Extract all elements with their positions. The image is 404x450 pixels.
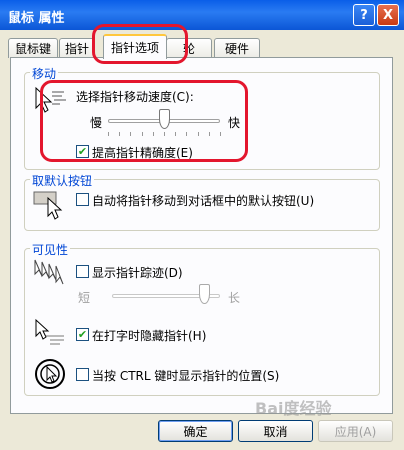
speed-slider-tick xyxy=(164,132,165,136)
tab-wheel[interactable]: 轮 xyxy=(166,38,212,58)
tab-hardware[interactable]: 硬件 xyxy=(214,38,260,58)
speed-slider-tick xyxy=(108,132,109,136)
title-bar: 鼠标 属性 ? X xyxy=(0,0,404,30)
help-button[interactable]: ? xyxy=(353,4,375,26)
speed-slider-tick xyxy=(119,132,121,136)
hide-while-typing-checkbox[interactable]: ✔ xyxy=(76,328,89,341)
window-title: 鼠标 属性 xyxy=(8,11,65,26)
apply-button[interactable]: 应用(A) xyxy=(318,420,393,442)
fast-label: 快 xyxy=(228,116,241,130)
show-location-checkbox[interactable] xyxy=(76,368,89,381)
show-location-label: 当按 CTRL 键时显示指针的位置(S) xyxy=(92,369,280,383)
slow-label: 慢 xyxy=(90,116,103,130)
trail-slider-thumb[interactable] xyxy=(198,284,210,304)
speed-slider-tick xyxy=(197,132,199,136)
ok-button[interactable]: 确定 xyxy=(158,420,233,442)
hide-pointer-icon xyxy=(35,318,64,345)
snap-legend: 取默认按钮 xyxy=(30,172,95,189)
tab-pointer-options[interactable]: 指针选项 xyxy=(103,34,167,59)
speed-slider-tick xyxy=(175,132,177,136)
pointer-speed-icon xyxy=(35,86,66,113)
pointer-trails-icon xyxy=(34,259,64,285)
tab-pointers[interactable]: 指针 xyxy=(59,38,95,58)
watermark: Bai度经验 xyxy=(255,399,332,418)
snap-label: 自动将指针移动到对话框中的默认按钮(U) xyxy=(92,194,315,208)
speed-slider-tick xyxy=(186,132,188,136)
motion-legend: 移动 xyxy=(30,65,59,82)
speed-slider-tick xyxy=(130,132,132,136)
speed-slider-tick xyxy=(220,132,221,136)
snap-checkbox[interactable] xyxy=(76,193,89,206)
hide-while-typing-label: 在打字时隐藏指针(H) xyxy=(92,329,207,343)
trails-label: 显示指针踪迹(D) xyxy=(92,266,183,280)
trails-checkbox[interactable] xyxy=(76,265,89,278)
short-label: 短 xyxy=(78,291,91,305)
speed-slider-tick xyxy=(208,132,210,136)
speed-slider-tick xyxy=(152,132,154,136)
precision-label: 提高指针精确度(E) xyxy=(92,146,193,160)
speed-slider-thumb[interactable] xyxy=(159,109,170,129)
snap-to-button-icon xyxy=(33,191,63,220)
cancel-button[interactable]: 取消 xyxy=(238,420,313,442)
speed-slider-tick xyxy=(141,132,143,136)
check-mark-icon: ✔ xyxy=(77,328,88,341)
tab-buttons[interactable]: 鼠标键 xyxy=(8,38,58,58)
show-location-icon xyxy=(35,359,65,389)
close-button[interactable]: X xyxy=(377,4,399,26)
precision-checkbox[interactable]: ✔ xyxy=(76,145,89,158)
speed-label: 选择指针移动速度(C): xyxy=(76,90,194,104)
check-mark-icon: ✔ xyxy=(77,145,88,158)
long-label: 长 xyxy=(228,291,241,305)
